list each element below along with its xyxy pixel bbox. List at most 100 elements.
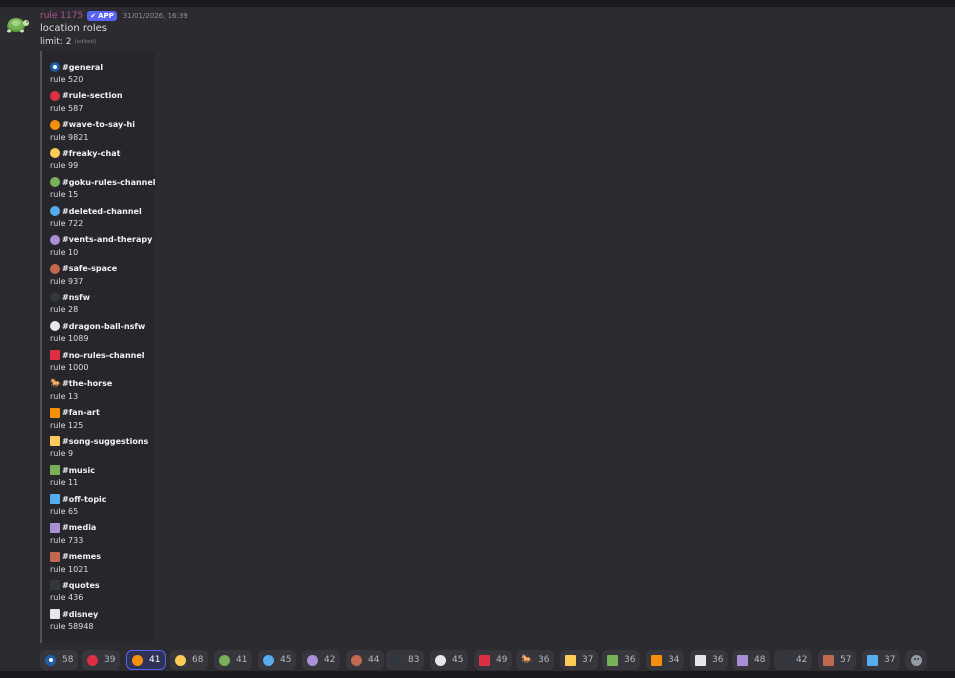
reaction-button[interactable]: 57 bbox=[818, 650, 857, 670]
channel-entry: #music rule 11 bbox=[50, 464, 95, 490]
blue-circle-icon bbox=[50, 206, 60, 216]
reaction-count: 41 bbox=[236, 655, 248, 665]
purple-square-icon bbox=[737, 654, 748, 666]
channel-row: #wave-to-say-hi bbox=[50, 119, 135, 131]
rule-number: rule 10 bbox=[50, 247, 79, 257]
channel-row: #safe-space bbox=[50, 263, 117, 275]
channel-entry: #song-suggestions rule 9 bbox=[50, 435, 148, 461]
app-badge: ✔ APP bbox=[87, 11, 117, 21]
channel-entry: #vents-and-therapy rule 10 bbox=[50, 234, 152, 260]
channel-row: #dragon-ball-nsfw bbox=[50, 320, 145, 332]
add-reaction-button[interactable] bbox=[905, 650, 927, 670]
author-name[interactable]: rule 1175 bbox=[40, 11, 83, 21]
reaction-count: 45 bbox=[452, 655, 464, 665]
channel-link[interactable]: #dragon-ball-nsfw bbox=[62, 322, 145, 331]
reaction-count: 42 bbox=[324, 655, 336, 665]
reaction-button[interactable]: 41 bbox=[214, 650, 253, 670]
channel-link[interactable]: #deleted-channel bbox=[62, 207, 142, 216]
reaction-button[interactable]: 37 bbox=[862, 650, 901, 670]
rule-number: rule 937 bbox=[50, 276, 84, 286]
reaction-button[interactable]: 49 bbox=[474, 650, 513, 670]
edited-label: (edited) bbox=[74, 38, 97, 45]
brown-circle-icon bbox=[50, 263, 60, 274]
channel-link[interactable]: #the-horse bbox=[62, 379, 112, 388]
white-circle-icon bbox=[50, 321, 60, 332]
reaction-count: 68 bbox=[192, 655, 204, 665]
orange-circle-icon bbox=[50, 119, 60, 130]
channel-link[interactable]: #disney bbox=[62, 610, 98, 619]
message-content-line2: limit: 2 (edited) bbox=[40, 37, 96, 47]
blue-circle-icon bbox=[263, 654, 274, 666]
channel-link[interactable]: #general bbox=[62, 63, 103, 72]
channel-entry: #freaky-chat rule 99 bbox=[50, 147, 120, 173]
green-square-icon bbox=[607, 654, 618, 666]
rule-number: rule 1000 bbox=[50, 363, 89, 372]
reaction-button[interactable]: 58 bbox=[40, 650, 79, 670]
channel-link[interactable]: #rule-section bbox=[62, 91, 123, 100]
rule-number: rule 28 bbox=[50, 305, 79, 315]
rule-number: rule 11 bbox=[50, 478, 79, 488]
channel-link[interactable]: #freaky-chat bbox=[62, 149, 120, 158]
reaction-count: 41 bbox=[149, 655, 161, 665]
orange-circle-icon bbox=[132, 654, 143, 666]
blue-circle-target-icon bbox=[45, 654, 56, 666]
channel-link[interactable]: #no-rules-channel bbox=[62, 351, 145, 360]
reaction-button[interactable]: 45 bbox=[258, 650, 297, 670]
reaction-button[interactable]: 44 bbox=[346, 650, 385, 670]
reaction-count: 48 bbox=[754, 655, 766, 665]
channel-entry: #goku-rules-channel rule 15 bbox=[50, 176, 156, 202]
channel-link[interactable]: #music bbox=[62, 466, 95, 475]
rule-number: rule 125 bbox=[50, 420, 84, 430]
black-circle-icon bbox=[50, 292, 60, 303]
message-header: rule 1175 ✔ APP 31/01/2026, 16:39 bbox=[40, 9, 188, 23]
reaction-button[interactable]: 42 bbox=[774, 650, 813, 670]
red-circle-icon bbox=[50, 90, 60, 101]
channel-entry: #rule-section rule 587 bbox=[50, 90, 123, 116]
bottom-bar bbox=[0, 671, 955, 678]
channel-row: #goku-rules-channel bbox=[50, 176, 156, 188]
reaction-button[interactable]: 36 bbox=[690, 650, 729, 670]
turtle-icon[interactable] bbox=[4, 11, 30, 37]
white-square-icon bbox=[50, 609, 60, 620]
reaction-button[interactable]: 37 bbox=[560, 650, 599, 670]
yellow-square-icon bbox=[565, 654, 576, 666]
channel-entry: #disney rule 58948 bbox=[50, 608, 98, 634]
reaction-button[interactable]: 39 bbox=[82, 650, 121, 670]
channel-link[interactable]: #goku-rules-channel bbox=[62, 178, 156, 187]
reaction-button[interactable]: 36 bbox=[602, 650, 641, 670]
reaction-button[interactable]: 45 bbox=[430, 650, 469, 670]
purple-square-icon bbox=[50, 522, 60, 533]
channel-link[interactable]: #media bbox=[62, 523, 96, 532]
red-square-icon bbox=[50, 350, 60, 360]
channel-link[interactable]: #wave-to-say-hi bbox=[62, 120, 135, 129]
rule-number: rule 15 bbox=[50, 190, 79, 200]
white-square-icon bbox=[695, 654, 706, 666]
rule-number: rule 99 bbox=[50, 161, 79, 171]
timestamp[interactable]: 31/01/2026, 16:39 bbox=[123, 12, 188, 20]
channel-link[interactable]: #quotes bbox=[62, 581, 100, 590]
reaction-button[interactable]: 48 bbox=[732, 650, 771, 670]
reaction-button[interactable]: 83 bbox=[386, 650, 425, 670]
channel-link[interactable]: #vents-and-therapy bbox=[62, 235, 152, 244]
green-square-icon bbox=[50, 465, 60, 476]
yellow-circle-icon bbox=[175, 654, 186, 666]
reaction-button[interactable]: 41 bbox=[126, 650, 167, 670]
channel-link[interactable]: #memes bbox=[62, 552, 101, 561]
channel-link[interactable]: #nsfw bbox=[62, 293, 90, 302]
channel-link[interactable]: #safe-space bbox=[62, 264, 117, 273]
channel-link[interactable]: #fan-art bbox=[62, 408, 100, 417]
channel-row: #nsfw bbox=[50, 291, 90, 303]
message-content-line1: location roles bbox=[40, 23, 108, 34]
reaction-button[interactable]: 🐎 36 bbox=[516, 650, 555, 670]
channel-link[interactable]: #song-suggestions bbox=[62, 437, 148, 446]
channel-link[interactable]: #off-topic bbox=[62, 495, 107, 504]
reaction-button[interactable]: 42 bbox=[302, 650, 341, 670]
channel-row: #quotes bbox=[50, 579, 100, 591]
reaction-button[interactable]: 34 bbox=[646, 650, 685, 670]
brown-square-icon bbox=[823, 654, 834, 666]
reaction-count: 36 bbox=[624, 655, 636, 665]
reaction-count: 57 bbox=[840, 655, 852, 665]
channel-entry: #general rule 520 bbox=[50, 61, 103, 87]
reaction-button[interactable]: 68 bbox=[170, 650, 209, 670]
reaction-count: 49 bbox=[496, 655, 508, 665]
